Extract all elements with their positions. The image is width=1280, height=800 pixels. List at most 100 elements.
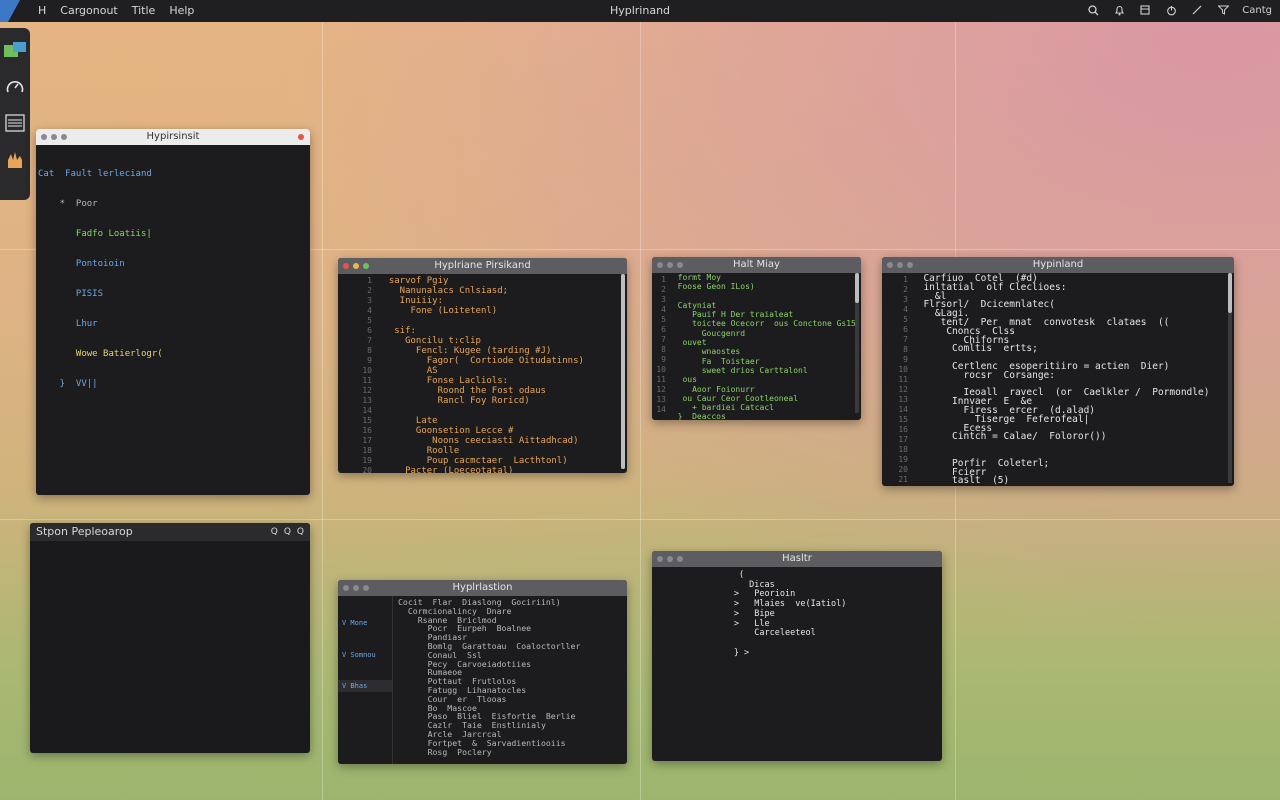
close-button[interactable] (657, 262, 663, 268)
minimize-button[interactable] (353, 263, 359, 269)
window-hyplriane-pirsikand[interactable]: Hyplriane Pirsikand 1 2 3 4 5 6 7 8 9 10 11 12 13 14 1… (338, 258, 627, 473)
window-hasltr[interactable]: Hasltr ( Dicas > Peorioin > Mlaies ve(Ia… (652, 551, 942, 761)
code-line: 3 (367, 296, 372, 305)
maximize-button[interactable] (61, 134, 67, 140)
search-icon[interactable] (1086, 3, 1100, 17)
close-button[interactable] (343, 585, 349, 591)
code-line: PISIS (38, 289, 104, 299)
close-button[interactable] (343, 263, 349, 269)
dock-app-files[interactable] (4, 40, 26, 62)
code-line: 16 (898, 425, 908, 434)
code-line: 5 (903, 315, 908, 324)
close-button[interactable] (657, 556, 663, 562)
scrollbar-thumb[interactable] (621, 274, 625, 469)
terminal-output[interactable]: ( Dicas > Peorioin > Mlaies ve(Iatiol) >… (652, 567, 942, 761)
code-line: 16 (362, 426, 372, 435)
file-browser[interactable]: V Mone V Somnou V Bhas Cocit Flar Diaslo… (338, 596, 627, 764)
code-line: 9 (661, 355, 666, 364)
code-line: 5 (661, 315, 666, 324)
code-line: Poup cacmctaer Lacthtonl) (378, 456, 568, 466)
window-titlebar[interactable]: Halt Miay (652, 257, 861, 273)
window-titlebar[interactable]: Hypinland (882, 257, 1234, 273)
window-hypirsinsit[interactable]: Hypirsinsit Cat Fault lerleciand * Poor … (36, 129, 310, 495)
close-button[interactable] (41, 134, 47, 140)
window-titlebar[interactable]: Stpon Pepleoarop Q Q Q (30, 523, 310, 541)
window-titlebar[interactable]: Hypirsinsit (36, 129, 310, 145)
scrollbar[interactable] (621, 274, 625, 469)
code-line: + bardiei Catcacl (668, 403, 774, 413)
bell-icon[interactable] (1112, 3, 1126, 17)
code-line: } VV|| (38, 379, 98, 389)
maximize-button[interactable] (363, 585, 369, 591)
window-halt-miay[interactable]: Halt Miay 1 2 3 4 5 6 7 8 9 10 11 12 13 14 formt Moy … (652, 257, 861, 420)
maximize-button[interactable] (363, 263, 369, 269)
filter-icon[interactable] (1216, 3, 1230, 17)
code-line: Carceleeteol (698, 628, 816, 639)
line-numbers: 12345678910111213141516171819202122 (346, 276, 372, 473)
minimize-button[interactable] (667, 262, 673, 268)
window-hypinland[interactable]: Hypinland 1 2 3 4 5 6 7 8 9 10 11 12 13 14 15 16 17 18 19 2… (882, 257, 1234, 486)
menu-app-icon[interactable]: H (38, 4, 46, 17)
window-titlebar[interactable]: Hasltr (652, 551, 942, 567)
window-icon[interactable] (1138, 3, 1152, 17)
maximize-button[interactable] (677, 262, 683, 268)
minimize-button[interactable] (667, 556, 673, 562)
code-line: 14 (362, 406, 372, 415)
code-editor[interactable]: 1 2 3 4 5 6 7 8 9 10 11 12 13 14 formt Moy Foose Geon… (652, 273, 861, 420)
code-line: Fonse Lacliols: (378, 376, 509, 386)
code-line: 10 (898, 365, 908, 374)
code-line: 7 (661, 335, 666, 344)
edit-icon[interactable] (1190, 3, 1204, 17)
code-line: 3 (661, 295, 666, 304)
menu-item-cargonout[interactable]: Cargonout (60, 4, 117, 17)
scrollbar-thumb[interactable] (1228, 273, 1232, 313)
sidebar-item-mone[interactable]: V Mone (338, 616, 392, 630)
code-line: 14 (898, 405, 908, 414)
sidebar-item-somnou[interactable]: V Somnou (338, 650, 392, 660)
code-editor[interactable]: 12345678910111213141516171819202122 sarv… (338, 274, 627, 473)
code-line: Goucgenrd (668, 328, 746, 338)
code-line: 4 (367, 306, 372, 315)
maximize-button[interactable] (677, 556, 683, 562)
minimize-button[interactable] (51, 134, 57, 140)
window-titlebar[interactable]: Hyplrlastion (338, 580, 627, 596)
window-titlebar[interactable]: Hyplriane Pirsikand (338, 258, 627, 274)
code-line: 4 (903, 305, 908, 314)
scrollbar[interactable] (855, 273, 859, 413)
code-line: Cintch = Calae/ Foloror()) (912, 431, 1107, 443)
dock-app-monitor[interactable] (4, 76, 26, 98)
code-line: 11 (362, 376, 372, 385)
options-button[interactable]: Q (297, 523, 304, 541)
window-title: Hypirsinsit (146, 131, 200, 142)
code-line: 1 (661, 275, 666, 284)
window-title: Hypinland (1032, 259, 1084, 270)
code-line: 19 (898, 455, 908, 464)
code-line: 14 (656, 405, 666, 414)
window-stpon-pepleoarop[interactable]: Stpon Pepleoarop Q Q Q (30, 523, 310, 753)
refresh-button[interactable]: Q (284, 523, 291, 541)
code-line: 1 (367, 276, 372, 285)
minimize-button[interactable] (897, 262, 903, 268)
scrollbar-thumb[interactable] (855, 273, 859, 303)
code-line: Inuiiiy: (378, 296, 444, 306)
menu-item-help[interactable]: Help (169, 4, 194, 17)
terminal-output[interactable]: Cat Fault lerleciand * Poor Fadfo Loatii… (36, 145, 310, 409)
code-editor[interactable]: 12345678910111213141516171819202122 Carf… (882, 273, 1234, 486)
close-indicator[interactable] (298, 134, 304, 140)
close-button[interactable] (887, 262, 893, 268)
code-line: wnaostes (668, 347, 741, 357)
maximize-button[interactable] (907, 262, 913, 268)
menu-item-title[interactable]: Title (132, 4, 156, 17)
power-icon[interactable] (1164, 3, 1178, 17)
search-button[interactable]: Q (271, 523, 278, 541)
sidebar-item-bhas[interactable]: V Bhas (338, 680, 392, 692)
app-logo-icon[interactable] (0, 0, 20, 22)
window-hyplrlastion[interactable]: Hyplrlastion V Mone V Somnou V Bhas Coci… (338, 580, 627, 764)
scrollbar[interactable] (1228, 273, 1232, 483)
dock-app-notes[interactable] (4, 112, 26, 134)
clock[interactable]: Cantg (1242, 5, 1272, 16)
minimize-button[interactable] (353, 585, 359, 591)
code-line: 12 (898, 385, 908, 394)
dock-app-media[interactable] (4, 148, 26, 170)
